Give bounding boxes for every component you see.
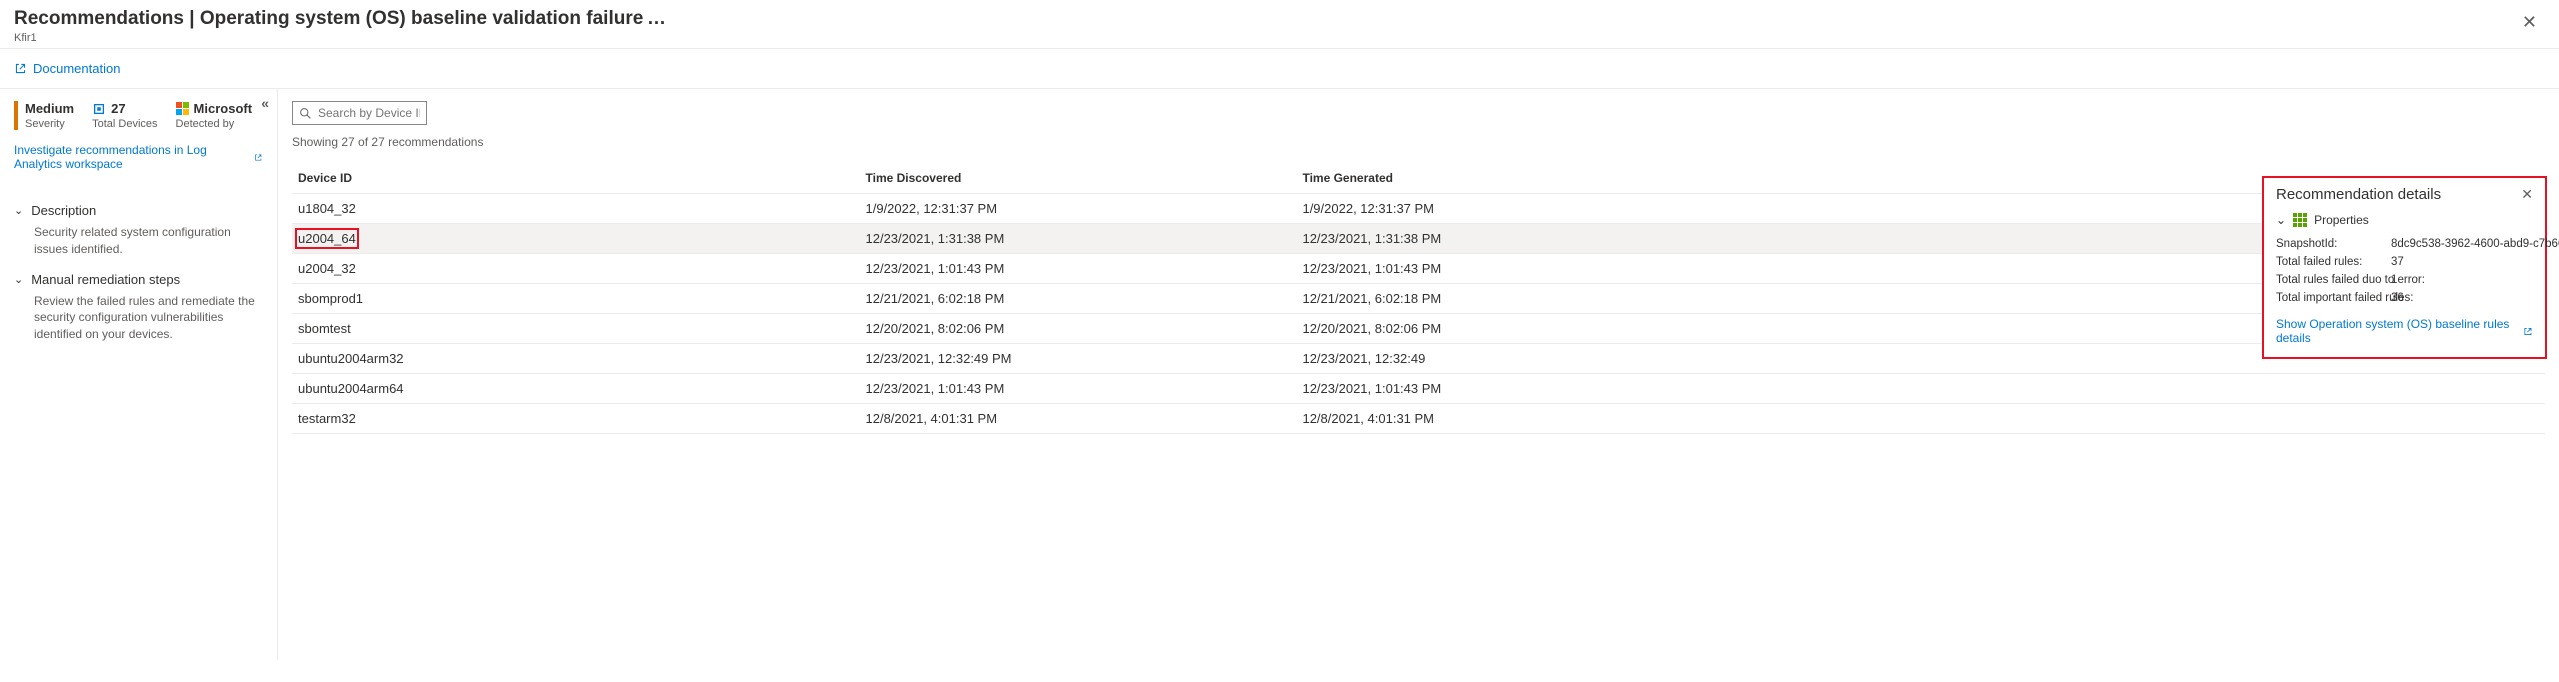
cell-device-id: u1804_32	[292, 194, 860, 224]
col-device-id[interactable]: Device ID	[292, 163, 860, 194]
page-title: Recommendations | Operating system (OS) …	[14, 8, 643, 29]
cell-device-id: u2004_64	[292, 224, 860, 254]
chevron-down-icon: ⌄	[2276, 213, 2286, 227]
log-analytics-link[interactable]: Investigate recommendations in Log Analy…	[14, 143, 263, 171]
cell-device-id: sbomprod1	[292, 284, 860, 314]
content-area: Showing 27 of 27 recommendations Device …	[278, 88, 2559, 660]
page-header: Recommendations | Operating system (OS) …	[0, 0, 2559, 49]
severity-stat: Medium Severity	[14, 101, 74, 130]
log-analytics-label: Investigate recommendations in Log Analy…	[14, 143, 250, 171]
property-value: 8dc9c538-3962-4600-abd9-c7b66dc09eee	[2391, 235, 2533, 253]
detected-by-label: Detected by	[176, 118, 253, 130]
properties-table: SnapshotId:8dc9c538-3962-4600-abd9-c7b66…	[2276, 235, 2533, 307]
details-panel: Recommendation details ✕ ⌄ Properties Sn…	[2262, 176, 2547, 359]
cell-time-discovered: 12/23/2021, 1:31:38 PM	[860, 224, 1297, 254]
microsoft-icon	[176, 102, 189, 115]
external-link-icon	[254, 152, 263, 163]
total-devices-stat: 27 Total Devices	[92, 101, 157, 130]
section-description-title: Description	[31, 203, 96, 218]
property-row: Total rules failed duo to error:1	[2276, 271, 2533, 289]
table-row[interactable]: ubuntu2004arm6412/23/2021, 1:01:43 PM12/…	[292, 374, 2545, 404]
external-link-icon	[2523, 326, 2533, 337]
search-icon	[299, 107, 312, 120]
details-title: Recommendation details	[2276, 186, 2441, 203]
table-row[interactable]: u2004_6412/23/2021, 1:31:38 PM12/23/2021…	[292, 224, 2545, 254]
col-time-discovered[interactable]: Time Discovered	[860, 163, 1297, 194]
section-description-header[interactable]: ⌄ Description	[14, 203, 263, 218]
table-row[interactable]: ubuntu2004arm3212/23/2021, 12:32:49 PM12…	[292, 344, 2545, 374]
cell-time-generated: 12/23/2021, 1:01:43 PM	[1296, 374, 2545, 404]
property-value: 37	[2391, 253, 2533, 271]
property-row: SnapshotId:8dc9c538-3962-4600-abd9-c7b66…	[2276, 235, 2533, 253]
severity-label: Severity	[25, 118, 74, 130]
cell-time-discovered: 12/8/2021, 4:01:31 PM	[860, 404, 1297, 434]
detected-by-stat: Microsoft Detected by	[176, 101, 253, 130]
section-description-body: Security related system configuration is…	[34, 224, 263, 258]
cell-device-id: sbomtest	[292, 314, 860, 344]
collapse-sidebar-button[interactable]: «	[261, 95, 269, 111]
documentation-label: Documentation	[33, 61, 120, 76]
total-devices-label: Total Devices	[92, 118, 157, 130]
close-button[interactable]: ✕	[2514, 8, 2545, 37]
table-row[interactable]: sbomtest12/20/2021, 8:02:06 PM12/20/2021…	[292, 314, 2545, 344]
cell-time-discovered: 1/9/2022, 12:31:37 PM	[860, 194, 1297, 224]
title-more-icon[interactable]: …	[647, 8, 666, 29]
sidebar: « Medium Severity 27 Total Devices Micro…	[0, 88, 278, 660]
external-link-icon	[14, 62, 27, 75]
section-remediation-body: Review the failed rules and remediate th…	[34, 293, 263, 343]
table-row[interactable]: u2004_3212/23/2021, 1:01:43 PM12/23/2021…	[292, 254, 2545, 284]
cell-device-id: u2004_32	[292, 254, 860, 284]
cell-time-discovered: 12/23/2021, 1:01:43 PM	[860, 374, 1297, 404]
table-row[interactable]: sbomprod112/21/2021, 6:02:18 PM12/21/202…	[292, 284, 2545, 314]
cell-time-discovered: 12/20/2021, 8:02:06 PM	[860, 314, 1297, 344]
show-rules-link[interactable]: Show Operation system (OS) baseline rule…	[2276, 317, 2533, 345]
cell-device-id: testarm32	[292, 404, 860, 434]
chevron-down-icon: ⌄	[14, 273, 23, 286]
cell-time-discovered: 12/21/2021, 6:02:18 PM	[860, 284, 1297, 314]
total-devices-value: 27	[111, 101, 125, 116]
documentation-link[interactable]: Documentation	[14, 61, 120, 76]
property-row: Total failed rules:37	[2276, 253, 2533, 271]
property-key: SnapshotId:	[2276, 235, 2391, 253]
chevron-down-icon: ⌄	[14, 204, 23, 217]
cell-time-discovered: 12/23/2021, 1:01:43 PM	[860, 254, 1297, 284]
properties-header[interactable]: ⌄ Properties	[2276, 213, 2533, 227]
property-key: Total important failed rules:	[2276, 289, 2391, 307]
search-box[interactable]	[292, 101, 427, 125]
section-remediation-title: Manual remediation steps	[31, 272, 180, 287]
cell-time-generated: 12/8/2021, 4:01:31 PM	[1296, 404, 2545, 434]
property-key: Total failed rules:	[2276, 253, 2391, 271]
results-count: Showing 27 of 27 recommendations	[292, 135, 2545, 149]
recommendations-table: Device ID Time Discovered Time Generated…	[292, 163, 2545, 434]
section-remediation-header[interactable]: ⌄ Manual remediation steps	[14, 272, 263, 287]
property-key: Total rules failed duo to error:	[2276, 271, 2391, 289]
properties-label: Properties	[2314, 213, 2369, 227]
cell-time-discovered: 12/23/2021, 12:32:49 PM	[860, 344, 1297, 374]
properties-icon	[2293, 213, 2307, 227]
cell-device-id: ubuntu2004arm64	[292, 374, 860, 404]
property-row: Total important failed rules:36	[2276, 289, 2533, 307]
page-subtitle: Kfir1	[14, 32, 666, 44]
severity-value: Medium	[25, 101, 74, 116]
detected-by-value: Microsoft	[194, 101, 253, 116]
show-rules-label: Show Operation system (OS) baseline rule…	[2276, 317, 2519, 345]
details-close-button[interactable]: ✕	[2521, 186, 2533, 203]
table-row[interactable]: testarm3212/8/2021, 4:01:31 PM12/8/2021,…	[292, 404, 2545, 434]
search-input[interactable]	[318, 106, 420, 120]
table-row[interactable]: u1804_321/9/2022, 12:31:37 PM1/9/2022, 1…	[292, 194, 2545, 224]
chip-icon	[92, 102, 106, 116]
cell-device-id: ubuntu2004arm32	[292, 344, 860, 374]
